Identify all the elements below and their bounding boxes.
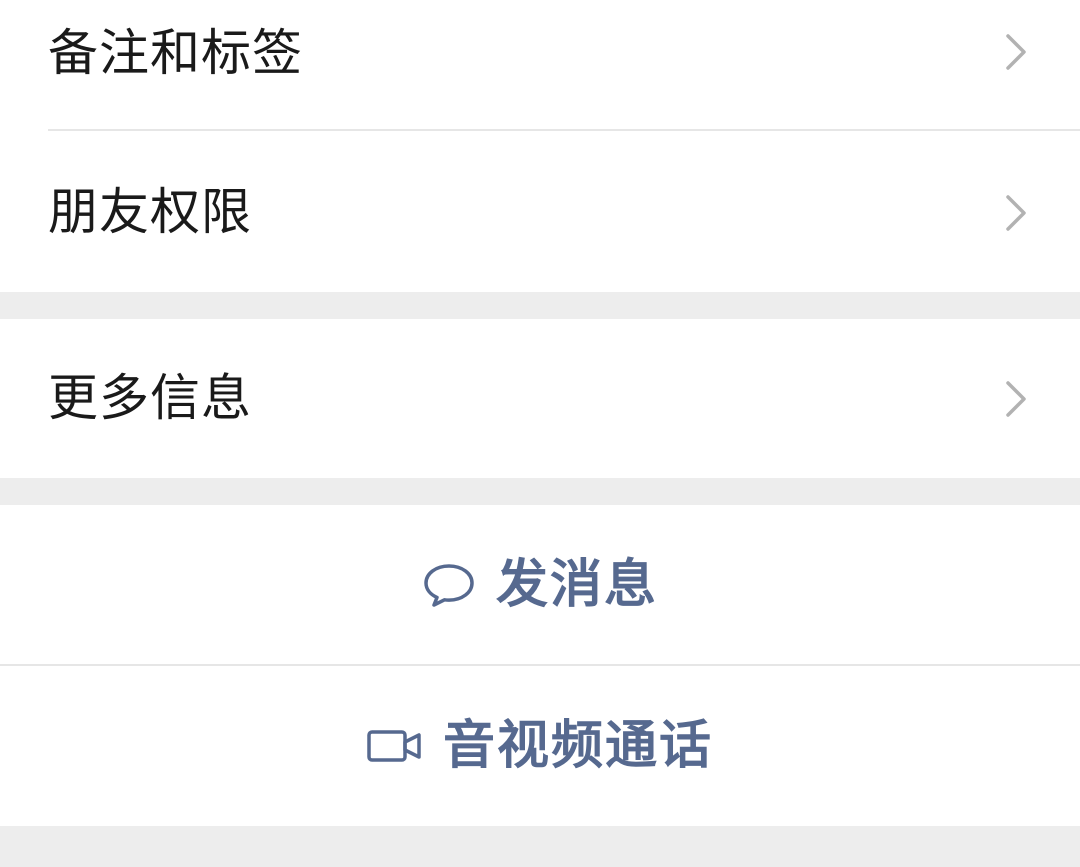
chat-bubble-icon [424,563,474,607]
chevron-right-icon [1006,195,1026,231]
actions-group: 发消息 音视频通话 [0,505,1080,826]
settings-item-label: 备注和标签 [48,24,303,82]
settings-item-notes-tags[interactable]: 备注和标签 [0,0,1080,130]
voice-video-call-label: 音视频通话 [442,716,713,776]
settings-group-more: 更多信息 [0,319,1080,478]
settings-item-friend-permissions[interactable]: 朋友权限 [0,131,1080,292]
contact-detail-page: 备注和标签 朋友权限 更多信息 发消息 音视频通话 [0,0,1080,867]
send-message-label: 发消息 [495,554,658,615]
settings-item-more-info[interactable]: 更多信息 [0,319,1080,478]
chevron-right-icon [1006,381,1026,417]
settings-item-label: 更多信息 [48,369,252,427]
voice-video-call-button[interactable]: 音视频通话 [0,666,1080,826]
chevron-right-icon [1006,34,1026,70]
settings-item-label: 朋友权限 [48,183,252,241]
send-message-button[interactable]: 发消息 [0,505,1080,664]
settings-group-primary: 备注和标签 朋友权限 [0,0,1080,292]
video-camera-icon [367,730,421,762]
